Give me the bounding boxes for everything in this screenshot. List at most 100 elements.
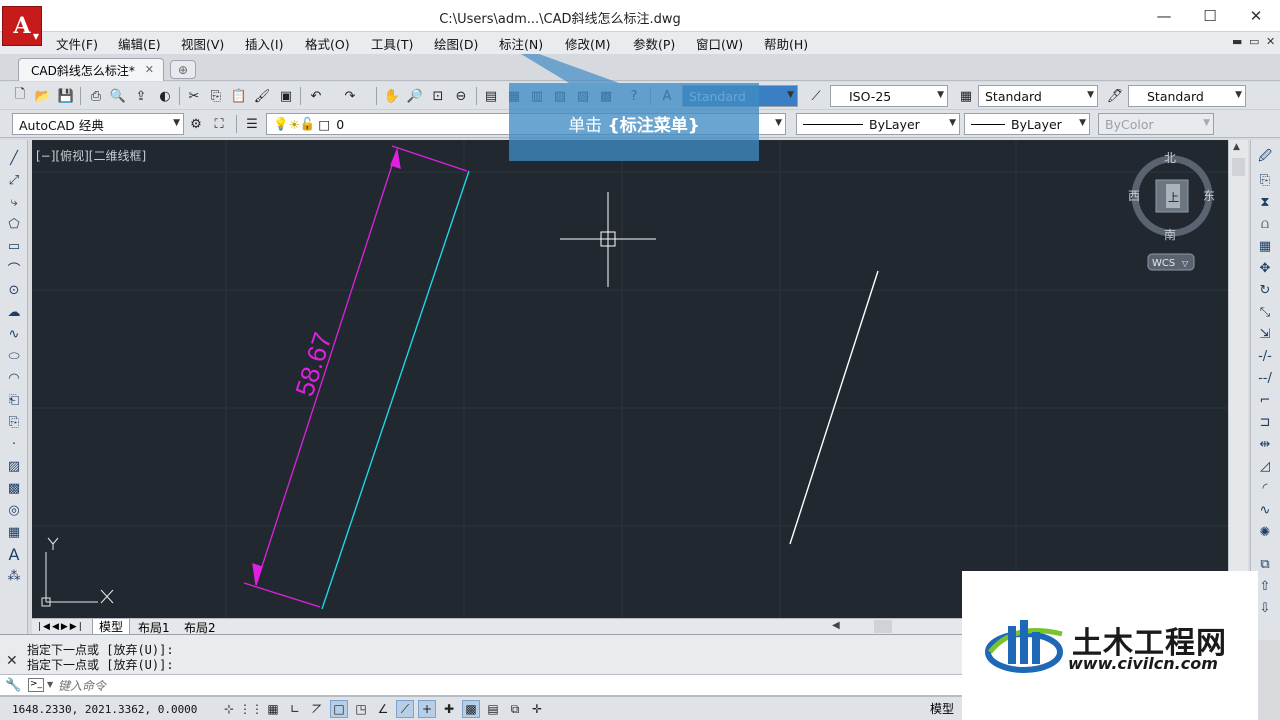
- ortho-mode-icon[interactable]: ∟: [286, 700, 304, 718]
- snap-mode-icon[interactable]: ⋮⋮: [239, 700, 263, 718]
- tab-close-icon[interactable]: ✕: [145, 63, 154, 76]
- revision-cloud-icon[interactable]: ☁: [4, 302, 24, 322]
- pan-icon[interactable]: ✋: [382, 86, 402, 106]
- hatch-icon[interactable]: ▨: [4, 456, 24, 476]
- wrench-icon[interactable]: 🔧: [5, 678, 21, 693]
- extend-icon[interactable]: --/: [1255, 368, 1275, 388]
- rotate-icon[interactable]: ↻: [1255, 280, 1275, 300]
- maximize-button[interactable]: ☐: [1187, 2, 1233, 30]
- menu-help[interactable]: 帮助(H): [764, 34, 808, 53]
- ellipse-icon[interactable]: ⬭: [4, 346, 24, 366]
- bring-front-icon[interactable]: ⇧: [1255, 576, 1275, 596]
- copy-icon[interactable]: ⎘: [206, 86, 226, 106]
- ucs-icon[interactable]: [41, 537, 114, 607]
- document-tab[interactable]: CAD斜线怎么标注* ✕: [18, 58, 164, 81]
- blend-curves-icon[interactable]: ∿: [1255, 500, 1275, 520]
- model-space-button[interactable]: 模型: [930, 700, 954, 717]
- scroll-thumb[interactable]: [1232, 158, 1245, 176]
- tab-model[interactable]: 模型: [92, 619, 131, 635]
- block-editor-icon[interactable]: ▣: [276, 86, 296, 106]
- rectangle-icon[interactable]: ▭: [4, 236, 24, 256]
- layout-nav-arrows-icon[interactable]: |◀◀▶▶|: [32, 619, 90, 635]
- aligned-dimension[interactable]: [243, 145, 468, 608]
- ellipse-arc-icon[interactable]: ◠: [4, 368, 24, 388]
- table-style-icon[interactable]: ▦: [956, 86, 976, 106]
- dim-style-icon[interactable]: ⟋: [806, 86, 826, 106]
- tab-layout2[interactable]: 布局2: [178, 619, 222, 635]
- redo-icon[interactable]: ↷: [340, 86, 360, 106]
- new-tab-button[interactable]: ⊕: [170, 60, 196, 79]
- horizontal-scroll-thumb[interactable]: [874, 620, 892, 633]
- mdi-close-button[interactable]: ✕: [1266, 35, 1275, 48]
- explode-icon[interactable]: ✺: [1255, 522, 1275, 542]
- array-icon[interactable]: ▦: [1255, 236, 1275, 256]
- new-file-icon[interactable]: 🗋: [10, 86, 30, 106]
- 3d-object-snap-icon[interactable]: ◳: [352, 700, 370, 718]
- workspace-select[interactable]: AutoCAD 经典 ▼: [12, 113, 184, 135]
- dimension-text[interactable]: 58.67: [289, 329, 338, 400]
- draw-order-icon[interactable]: ⧉: [1255, 554, 1275, 574]
- insert-block-icon[interactable]: ⎗: [4, 390, 24, 410]
- scale-icon[interactable]: ⤡: [1255, 302, 1275, 322]
- command-prompt-icon[interactable]: >_: [28, 678, 44, 692]
- join-icon[interactable]: ⇹: [1255, 434, 1275, 454]
- linetype-select[interactable]: ByLayer ▼: [796, 113, 960, 135]
- menu-insert[interactable]: 插入(I): [245, 34, 283, 53]
- make-block-icon[interactable]: ⎘: [4, 412, 24, 432]
- menu-window[interactable]: 窗口(W): [696, 34, 743, 53]
- properties-icon[interactable]: ▤: [481, 86, 501, 106]
- multileader-style-icon[interactable]: 🖊: [1105, 86, 1125, 106]
- table-icon[interactable]: ▦: [4, 522, 24, 542]
- dynamic-input-icon[interactable]: +: [418, 700, 436, 718]
- publish-icon[interactable]: ⇪: [131, 86, 151, 106]
- move-icon[interactable]: ✥: [1255, 258, 1275, 278]
- clean-screen-icon[interactable]: ⛶: [209, 114, 229, 134]
- workspace-settings-icon[interactable]: ⚙: [186, 114, 206, 134]
- dynamic-ucs-icon[interactable]: ⟋: [396, 700, 414, 718]
- construction-line-icon[interactable]: ⤢: [4, 170, 24, 190]
- annotation-monitor-icon[interactable]: ✛: [528, 700, 546, 718]
- table-style-select[interactable]: Standard ▼: [978, 85, 1098, 107]
- menu-tools[interactable]: 工具(T): [371, 34, 413, 53]
- dim-style-select[interactable]: ISO-25 ▼: [830, 85, 948, 107]
- command-input[interactable]: [58, 677, 938, 694]
- menu-format[interactable]: 格式(O): [305, 34, 350, 53]
- print-preview-icon[interactable]: 🔍: [108, 86, 128, 106]
- vertical-scrollbar[interactable]: ▲: [1228, 140, 1248, 618]
- menu-edit[interactable]: 编辑(E): [118, 34, 161, 53]
- drawing-canvas[interactable]: [−][俯视][二维线框] 58.67 北 南 西 东 上 WCS ▽: [32, 140, 1228, 618]
- erase-icon[interactable]: 🖉: [1255, 148, 1275, 168]
- viewport-label[interactable]: [−][俯视][二维线框]: [36, 147, 146, 164]
- save-icon[interactable]: 💾: [56, 86, 76, 106]
- multileader-style-select[interactable]: Standard ▼: [1128, 85, 1246, 107]
- transparency-icon[interactable]: ▩: [462, 700, 480, 718]
- point-icon[interactable]: ·: [4, 434, 24, 454]
- scroll-left-icon[interactable]: ◀: [832, 620, 840, 631]
- menu-modify[interactable]: 修改(M): [565, 34, 611, 53]
- polygon-icon[interactable]: ⬠: [4, 214, 24, 234]
- chamfer-icon[interactable]: ◿: [1255, 456, 1275, 476]
- object-snap-icon[interactable]: □: [330, 700, 348, 718]
- arc-icon[interactable]: ⌒: [4, 258, 24, 278]
- infer-constraints-icon[interactable]: ⊹: [220, 700, 238, 718]
- open-file-icon[interactable]: 📂: [33, 86, 53, 106]
- menu-parametric[interactable]: 参数(P): [633, 34, 675, 53]
- menu-view[interactable]: 视图(V): [181, 34, 224, 53]
- lineweight-icon[interactable]: ✚: [440, 700, 458, 718]
- minimize-button[interactable]: —: [1141, 2, 1187, 30]
- lineweight-select[interactable]: ByLayer ▼: [964, 113, 1090, 135]
- match-properties-icon[interactable]: 🖌: [252, 86, 272, 106]
- close-button[interactable]: ✕: [1233, 2, 1279, 30]
- menu-file[interactable]: 文件(F): [56, 34, 98, 53]
- send-back-icon[interactable]: ⇩: [1255, 598, 1275, 618]
- tab-layout1[interactable]: 布局1: [132, 619, 176, 635]
- print-icon[interactable]: ⎙: [86, 86, 106, 106]
- compass-south[interactable]: 南: [1164, 227, 1176, 242]
- fillet-icon[interactable]: ◜: [1255, 478, 1275, 498]
- viewcube[interactable]: 北 南 西 东 上 WCS ▽: [1128, 151, 1215, 271]
- zoom-realtime-icon[interactable]: 🔎: [405, 86, 425, 106]
- coordinates-readout[interactable]: 1648.2330, 2021.3362, 0.0000: [12, 703, 197, 716]
- region-icon[interactable]: ◎: [4, 500, 24, 520]
- break-at-point-icon[interactable]: ⌐: [1255, 390, 1275, 410]
- quick-properties-icon[interactable]: ▤: [484, 700, 502, 718]
